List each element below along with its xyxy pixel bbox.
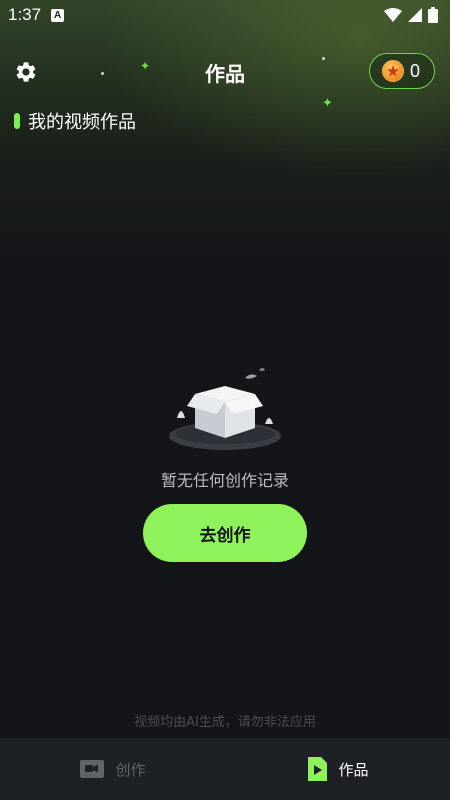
star-icon xyxy=(387,65,399,77)
nav-item-works[interactable]: 作品 xyxy=(225,738,450,800)
nav-item-create[interactable]: 创作 xyxy=(0,738,225,800)
status-time: 1:37 xyxy=(8,5,42,24)
ai-disclaimer: 视频均由AI生成，请勿非法应用 xyxy=(134,715,316,730)
section-marker xyxy=(14,113,20,129)
nav-label-create: 创作 xyxy=(115,760,146,779)
section-title: 我的视频作品 xyxy=(28,112,136,133)
wifi-icon xyxy=(384,8,402,22)
sparkle-icon: ✦ xyxy=(322,96,333,111)
a-badge-icon: A xyxy=(51,8,65,22)
bottom-nav: 创作 作品 xyxy=(0,738,450,800)
coin-count: 0 xyxy=(410,60,421,81)
status-icons xyxy=(384,7,438,23)
section-header: 我的视频作品 xyxy=(14,108,136,134)
coin-icon xyxy=(382,60,404,82)
video-camera-icon xyxy=(80,760,105,778)
empty-box-icon xyxy=(165,358,285,458)
nav-label-works: 作品 xyxy=(338,760,369,779)
empty-state-message: 暂无任何创作记录 xyxy=(160,471,289,490)
go-create-button[interactable]: 去创作 xyxy=(143,504,307,562)
top-bar: 作品 0 xyxy=(0,52,450,92)
cell-signal-icon xyxy=(408,8,422,22)
status-bar: 1:37 A xyxy=(0,0,450,30)
coin-balance-button[interactable]: 0 xyxy=(369,53,435,89)
play-file-icon xyxy=(308,757,328,781)
battery-icon xyxy=(428,7,438,23)
